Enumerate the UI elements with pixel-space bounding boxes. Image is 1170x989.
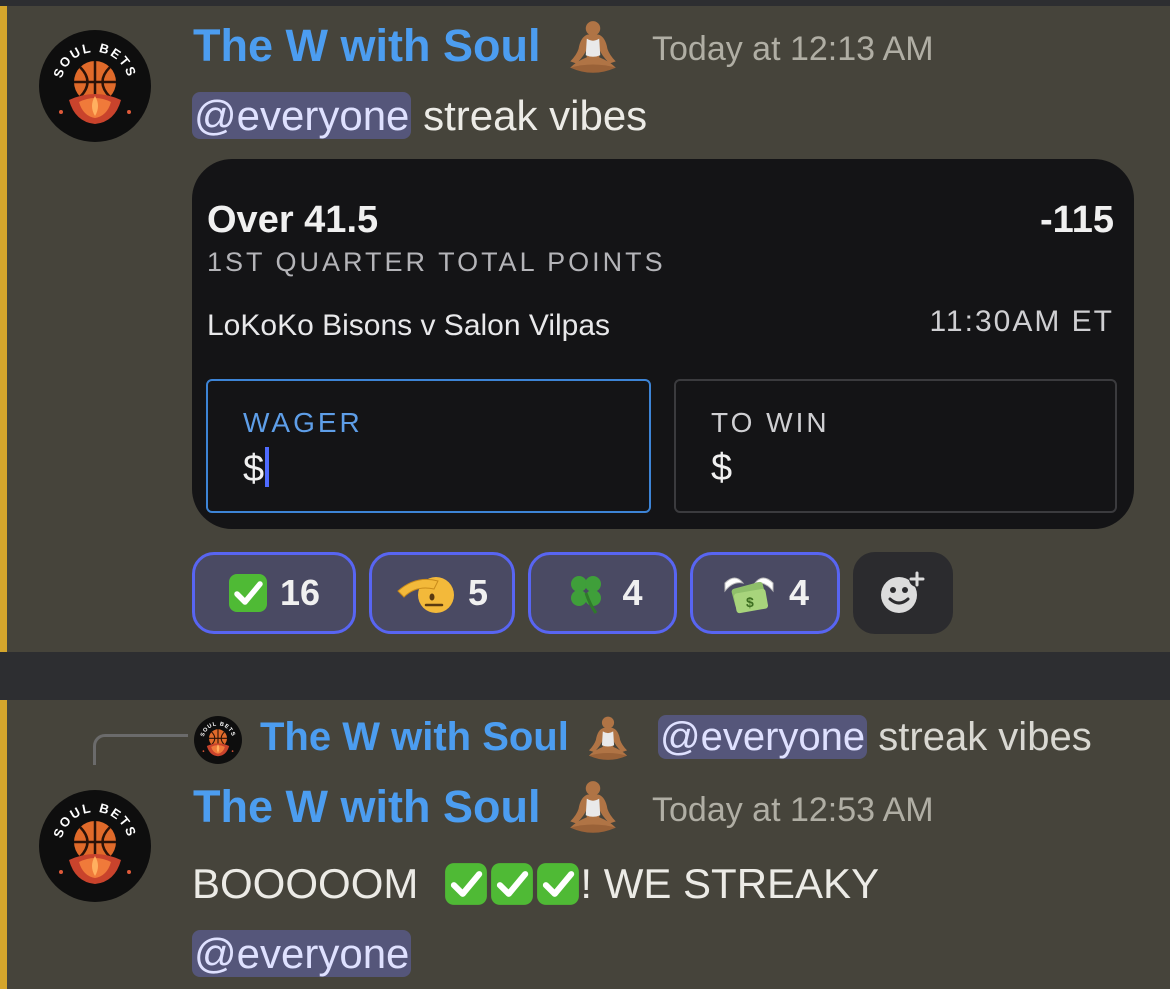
to-win-field[interactable]: TO WIN $ (674, 379, 1117, 513)
author-name[interactable]: The W with Soul (193, 781, 540, 833)
bet-slip-card: Over 41.5 -115 1ST QUARTER TOTAL POINTS … (192, 159, 1134, 529)
message-divider (0, 652, 1170, 700)
message-content: @everyone streak vibes (192, 92, 647, 140)
to-win-label: TO WIN (711, 407, 830, 438)
reaction-count: 4 (622, 572, 643, 613)
person-meditating-icon (582, 714, 634, 766)
message-text: streak vibes (411, 92, 648, 139)
everyone-mention[interactable]: @everyone (192, 930, 412, 977)
to-win-value: $ (711, 447, 733, 489)
reply-text: streak vibes (867, 715, 1092, 759)
reaction-count: 4 (788, 572, 810, 613)
reaction-salute[interactable]: 5 (369, 552, 515, 634)
everyone-mention: @everyone (658, 715, 868, 759)
mention-highlight-bar (0, 700, 7, 989)
author-avatar[interactable] (39, 30, 151, 142)
reply-preview[interactable]: @everyone streak vibes (658, 715, 1092, 760)
reaction-count: 5 (467, 572, 489, 613)
check-mark-icon (228, 573, 268, 613)
bet-market: 1ST QUARTER TOTAL POINTS (207, 247, 666, 277)
reaction-check[interactable]: 16 (192, 552, 356, 634)
person-meditating-icon (562, 778, 624, 840)
add-reaction-button[interactable] (853, 552, 953, 634)
reaction-money-wings[interactable]: $ 4 (690, 552, 840, 634)
money-with-wings-icon: $ (724, 577, 774, 614)
author-name[interactable]: The W with Soul (193, 20, 540, 72)
bet-odds: -115 (1040, 199, 1114, 241)
reaction-clover[interactable]: 4 (528, 552, 677, 634)
saluting-face-icon (397, 577, 454, 613)
bet-matchup: LoKoKo Bisons v Salon Vilpas (207, 309, 611, 342)
check-mark-icon (536, 862, 580, 906)
four-leaf-clover-icon (571, 576, 602, 614)
reaction-count: 16 (279, 572, 321, 613)
svg-text:$: $ (746, 594, 754, 610)
wager-label: WAGER (243, 407, 363, 438)
add-reaction-icon (881, 571, 925, 613)
wager-input[interactable]: WAGER $ (206, 379, 651, 513)
bet-game-time: 11:30AM ET (929, 305, 1114, 338)
check-mark-icon (490, 862, 534, 906)
message-text: BOOOOOM (192, 860, 419, 907)
bet-selection: Over 41.5 (207, 199, 379, 241)
message-text: ! WE STREAKY (580, 860, 880, 907)
message-content: BOOOOOM ! WE STREAKY (192, 860, 879, 908)
person-meditating-icon (562, 18, 624, 80)
wager-value: $ (243, 448, 265, 490)
check-mark-icon (444, 862, 488, 906)
reply-author-name[interactable]: The W with Soul (260, 715, 569, 760)
reply-author-avatar[interactable] (194, 716, 242, 764)
mention-highlight-bar (0, 6, 7, 652)
author-avatar[interactable] (39, 790, 151, 902)
text-caret (265, 447, 270, 487)
everyone-mention[interactable]: @everyone (192, 92, 412, 139)
message-timestamp: Today at 12:13 AM (652, 30, 934, 68)
reply-connector (93, 734, 188, 765)
message-timestamp: Today at 12:53 AM (652, 791, 934, 829)
